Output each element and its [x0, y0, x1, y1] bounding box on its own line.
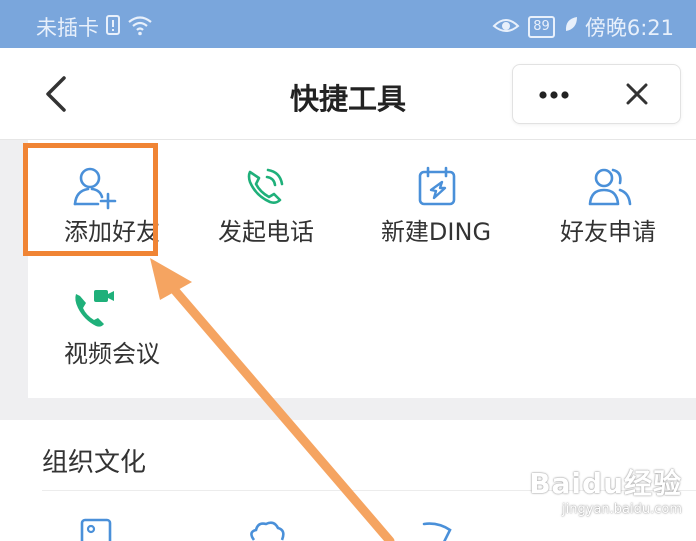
tool-friend-request[interactable]: 好友申请 [524, 146, 692, 266]
watermark: Baidu经验 jingyan.baidu.com [529, 462, 682, 517]
highlight-box [23, 143, 158, 256]
tool-label: 好友申请 [560, 218, 656, 246]
video-meeting-icon [75, 290, 114, 327]
status-bar-left: 未插卡 [36, 12, 153, 42]
nav-bar: 快捷工具 [0, 48, 696, 140]
back-arrow-icon[interactable] [40, 72, 72, 116]
tool-video-meeting[interactable]: 视频会议 [28, 268, 196, 388]
carrier-label: 未插卡 [36, 16, 99, 40]
page-title: 快捷工具 [289, 82, 406, 116]
more-button[interactable] [513, 65, 597, 123]
friend-request-icon [588, 168, 632, 206]
close-button[interactable] [609, 65, 680, 123]
status-time: 傍晚6:21 [584, 16, 674, 40]
phone-call-icon [247, 168, 284, 204]
battery-indicator: 89 [528, 16, 555, 38]
tool-label: 发起电话 [218, 218, 314, 246]
image-icon[interactable] [80, 518, 114, 541]
mini-app-capsule [512, 64, 681, 124]
eye-icon [492, 14, 520, 41]
section-title: 组织文化 [42, 448, 147, 478]
close-icon [626, 83, 648, 105]
wifi-icon [127, 14, 153, 41]
watermark-logo: Baidu经验 [529, 467, 682, 500]
tool-phone-call[interactable]: 发起电话 [182, 146, 350, 266]
cloud-icon[interactable] [246, 520, 286, 541]
leaf-icon [563, 15, 579, 40]
more-dots-icon [539, 91, 569, 99]
status-bar: 未插卡 89 傍晚6:21 [0, 0, 696, 48]
sim-icon [105, 14, 121, 41]
status-bar-right: 89 傍晚6:21 [492, 12, 674, 42]
tool-label: 新建DING [380, 218, 492, 246]
flag-icon[interactable] [420, 520, 456, 541]
ding-icon [418, 166, 456, 206]
tool-new-ding[interactable]: 新建DING [352, 146, 520, 266]
watermark-url: jingyan.baidu.com [562, 502, 682, 517]
tool-label: 视频会议 [64, 340, 160, 368]
